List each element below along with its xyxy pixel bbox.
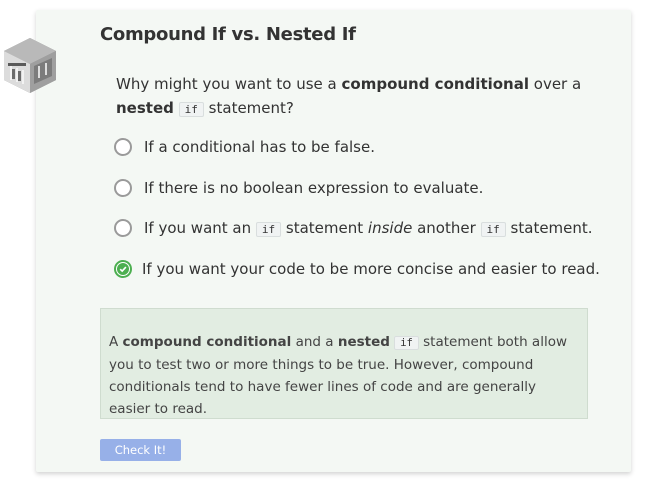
- inline-code: if: [255, 222, 282, 237]
- answer-option-3[interactable]: If you want an if statement inside anoth…: [114, 217, 593, 239]
- radio-button[interactable]: [114, 138, 132, 156]
- question-text: Why might you want to use a compound con…: [116, 75, 582, 117]
- answer-option-1[interactable]: If a conditional has to be false.: [114, 136, 375, 158]
- answer-option-2[interactable]: If there is no boolean expression to eva…: [114, 177, 483, 199]
- option-label: If you want your code to be more concise…: [142, 260, 600, 278]
- option-label: If you want an if statement inside anoth…: [144, 219, 593, 237]
- inline-code: if: [480, 222, 506, 237]
- check-it-button[interactable]: Check It!: [100, 439, 181, 461]
- option-label: If a conditional has to be false.: [144, 138, 375, 156]
- bridge-cube-logo-icon: [4, 38, 56, 93]
- inline-code: if: [178, 102, 204, 117]
- page-title: Compound If vs. Nested If: [100, 24, 356, 45]
- feedback-box: A compound conditional and a nested if s…: [100, 308, 588, 419]
- inline-code: if: [394, 336, 419, 350]
- radio-button[interactable]: [114, 219, 132, 237]
- radio-button-selected[interactable]: [114, 260, 132, 278]
- radio-button[interactable]: [114, 179, 132, 197]
- answer-option-4[interactable]: If you want your code to be more concise…: [114, 258, 600, 280]
- option-label: If there is no boolean expression to eva…: [144, 179, 484, 197]
- check-icon: [117, 263, 129, 275]
